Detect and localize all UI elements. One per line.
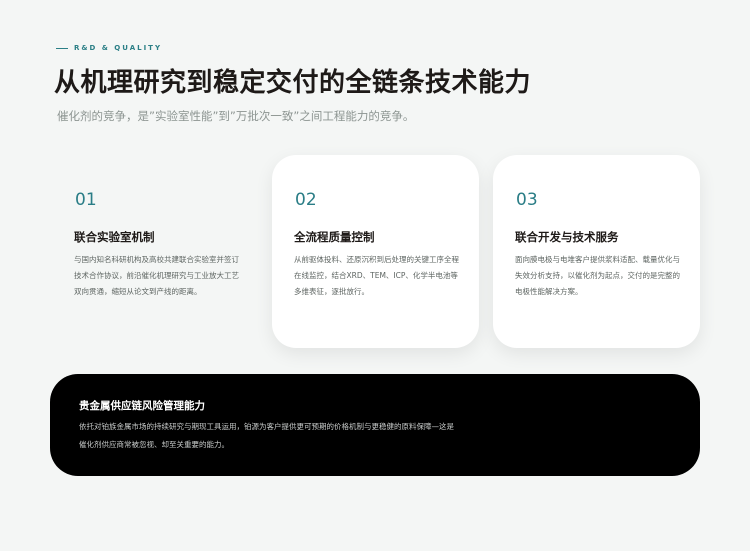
panel-body: 依托对铂族金属市场的持续研究与期现工具运用，铂源为客户提供更可预期的价格机制与更… <box>79 422 454 449</box>
eyebrow-label: R&D & QUALITY <box>74 44 163 52</box>
card-title: 全流程质量控制 <box>294 230 375 244</box>
card-title: 联合实验室机制 <box>74 230 155 244</box>
card-body: 与国内知名科研机构及高校共建联合实验室并签订技术合作协议，前沿催化机理研究与工业… <box>74 255 239 296</box>
supply-chain-panel: 贵金属供应链风险管理能力 依托对铂族金属市场的持续研究与期现工具运用，铂源为客户… <box>50 374 700 476</box>
eyebrow-dash-decoration <box>56 47 68 49</box>
card-number: 02 <box>295 190 317 210</box>
card-body: 从前驱体投料、还原沉积到后处理的关键工序全程在线监控，结合XRD、TEM、ICP… <box>294 255 459 296</box>
page-title: 从机理研究到稳定交付的全链条技术能力 <box>54 68 532 98</box>
card-number: 03 <box>516 190 538 210</box>
card-body: 面向膜电极与电堆客户提供浆料适配、载量优化与失效分析支持，以催化剂为起点，交付的… <box>515 255 680 296</box>
card-title: 联合开发与技术服务 <box>515 230 619 244</box>
card-number: 01 <box>75 190 97 210</box>
section-eyebrow: R&D & QUALITY <box>56 44 162 52</box>
panel-title: 贵金属供应链风险管理能力 <box>79 400 205 412</box>
feature-card-joint-lab: 01 联合实验室机制 与国内知名科研机构及高校共建联合实验室并签订技术合作协议，… <box>52 155 257 348</box>
feature-card-quality-control: 02 全流程质量控制 从前驱体投料、还原沉积到后处理的关键工序全程在线监控，结合… <box>272 155 479 348</box>
page-subtitle: 催化剂的竞争，是”实验室性能”到”万批次一致”之间工程能力的竞争。 <box>57 109 415 123</box>
feature-card-tech-service: 03 联合开发与技术服务 面向膜电极与电堆客户提供浆料适配、载量优化与失效分析支… <box>493 155 700 348</box>
